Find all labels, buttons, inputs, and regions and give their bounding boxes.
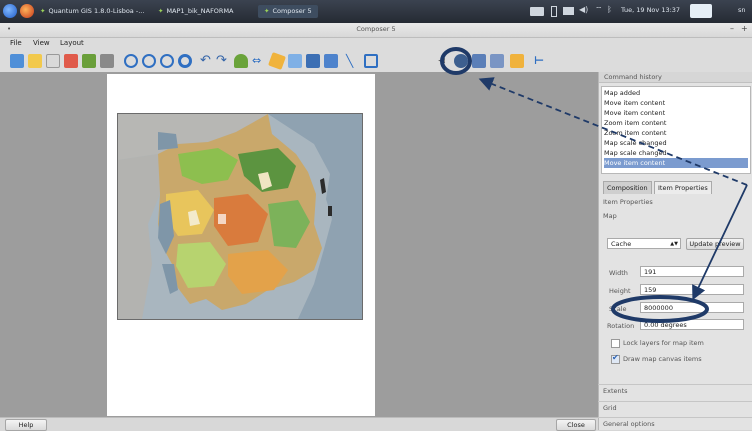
clock[interactable]: Tue, 19 Nov 13:37 — [621, 6, 680, 14]
update-preview-button[interactable]: Update preview — [686, 238, 744, 250]
taskbar-item-qgis[interactable]: ✦ Quantum GIS 1.8.0-Lisboa -... — [40, 5, 144, 18]
map-section-label: Map — [603, 212, 617, 220]
width-label: Width — [609, 269, 628, 277]
section-extents[interactable]: Extents — [598, 384, 752, 397]
draw-canvas-items-checkbox[interactable]: ✔ — [611, 353, 620, 364]
select-move-item-icon[interactable] — [234, 54, 248, 68]
add-attribute-table-icon[interactable] — [454, 54, 468, 68]
composer-toolbar: ↶ ↷ ⇔ ╲ ◅ ⊢ — [0, 50, 752, 73]
menu-view[interactable]: View — [33, 39, 50, 47]
tab-item-properties[interactable]: Item Properties — [654, 181, 712, 194]
lock-layers-checkbox[interactable] — [611, 339, 620, 348]
close-button[interactable]: Close — [556, 419, 596, 431]
command-history-title: Command history — [599, 72, 752, 83]
history-item[interactable]: Move item content — [604, 98, 748, 108]
menu-file[interactable]: File — [10, 39, 22, 47]
scale-label: Scale — [609, 305, 627, 313]
zoom-in-icon[interactable] — [142, 54, 156, 68]
add-image-icon[interactable] — [288, 54, 302, 68]
save-project-icon[interactable] — [10, 54, 24, 68]
history-item[interactable]: Zoom item content — [604, 118, 748, 128]
align-items-icon[interactable]: ⊢ — [534, 54, 548, 68]
history-item[interactable]: Map scale changed — [604, 138, 748, 148]
height-label: Height — [609, 287, 631, 295]
group-items-icon[interactable] — [472, 54, 486, 68]
maximize-button[interactable]: + — [741, 24, 748, 33]
menu-layout[interactable]: Layout — [60, 39, 84, 47]
bluetooth-icon[interactable]: ᛒ — [607, 5, 612, 14]
cache-select[interactable]: Cache ▲▼ — [607, 238, 681, 249]
add-map-icon[interactable] — [268, 52, 286, 70]
draw-canvas-items-label: Draw map canvas items — [623, 355, 702, 363]
section-grid[interactable]: Grid — [598, 401, 752, 414]
menu-bar: File View Layout — [0, 38, 752, 50]
window-title: Composer 5 — [356, 25, 396, 33]
window-title-bar: • Composer 5 – + — [0, 23, 752, 38]
zoom-full-icon[interactable] — [124, 54, 138, 68]
width-field[interactable]: 191 — [640, 266, 744, 277]
chevron-down-icon: ▲▼ — [670, 241, 678, 247]
refresh-icon[interactable] — [178, 54, 192, 68]
history-item[interactable]: Map scale changed — [604, 148, 748, 158]
history-item[interactable]: Zoom item content — [604, 128, 748, 138]
browser-icon[interactable] — [20, 4, 34, 18]
cache-select-value: Cache — [611, 240, 632, 248]
add-legend-icon[interactable] — [324, 54, 338, 68]
redo-icon[interactable]: ↷ — [216, 54, 230, 68]
command-history-list[interactable]: Map added Move item content Move item co… — [601, 86, 751, 174]
section-general-options[interactable]: General options — [598, 417, 752, 430]
raise-items-icon[interactable] — [510, 54, 524, 68]
help-button[interactable]: Help — [5, 419, 47, 431]
print-icon[interactable] — [100, 54, 114, 68]
history-item[interactable]: Map added — [604, 88, 748, 98]
height-field[interactable]: 159 — [640, 284, 744, 295]
undo-icon[interactable]: ↶ — [200, 54, 214, 68]
status-bar: Help Close — [0, 417, 598, 431]
taskbar-item-map[interactable]: ✦ MAP1_bik_NAFORMA — [158, 5, 234, 18]
wifi-icon[interactable]: ⌔ — [595, 5, 603, 15]
qgis-icon: ✦ — [40, 7, 46, 15]
map-item[interactable] — [117, 113, 363, 320]
lock-layers-label: Lock layers for map item — [623, 339, 704, 347]
rotation-label: Rotation — [607, 322, 635, 330]
duplicate-composer-icon[interactable] — [46, 54, 60, 68]
keyboard-icon[interactable] — [530, 7, 544, 16]
new-composer-icon[interactable] — [28, 54, 42, 68]
scale-field[interactable]: 8000000 — [640, 302, 744, 313]
qgis-icon: ✦ — [264, 7, 270, 15]
minimize-button[interactable]: – — [730, 24, 734, 33]
add-label-icon[interactable] — [306, 54, 320, 68]
add-arrow-icon[interactable]: ╲ — [346, 54, 360, 68]
export-image-icon[interactable] — [82, 54, 96, 68]
battery-icon[interactable] — [551, 6, 557, 17]
rotation-spinbox[interactable]: 0.00 degrees — [640, 319, 744, 330]
zoom-out-icon[interactable] — [160, 54, 174, 68]
export-pdf-icon[interactable] — [64, 54, 78, 68]
start-menu-icon[interactable] — [3, 4, 17, 18]
add-shape-icon[interactable] — [364, 54, 378, 68]
mail-icon[interactable] — [563, 7, 574, 15]
user-indicator-icon[interactable] — [690, 4, 712, 18]
system-taskbar: ✦ Quantum GIS 1.8.0-Lisboa -... ✦ MAP1_bik… — [0, 0, 752, 23]
move-item-content-icon[interactable]: ⇔ — [252, 54, 266, 68]
user-name[interactable]: sn — [738, 6, 746, 14]
volume-icon[interactable]: ◀) — [579, 5, 588, 14]
qgis-icon: ✦ — [158, 7, 164, 15]
map-render — [118, 114, 362, 319]
checkmark-icon: ✔ — [612, 353, 619, 362]
item-properties-header: Item Properties — [603, 198, 653, 206]
history-item[interactable]: Move item content — [604, 108, 748, 118]
history-item-selected[interactable]: Move item content — [604, 158, 748, 168]
pan-icon[interactable]: ◅ — [438, 54, 452, 68]
tab-composition[interactable]: Composition — [603, 181, 652, 194]
ungroup-items-icon[interactable] — [490, 54, 504, 68]
taskbar-item-composer[interactable]: ✦ Composer 5 — [258, 5, 318, 18]
